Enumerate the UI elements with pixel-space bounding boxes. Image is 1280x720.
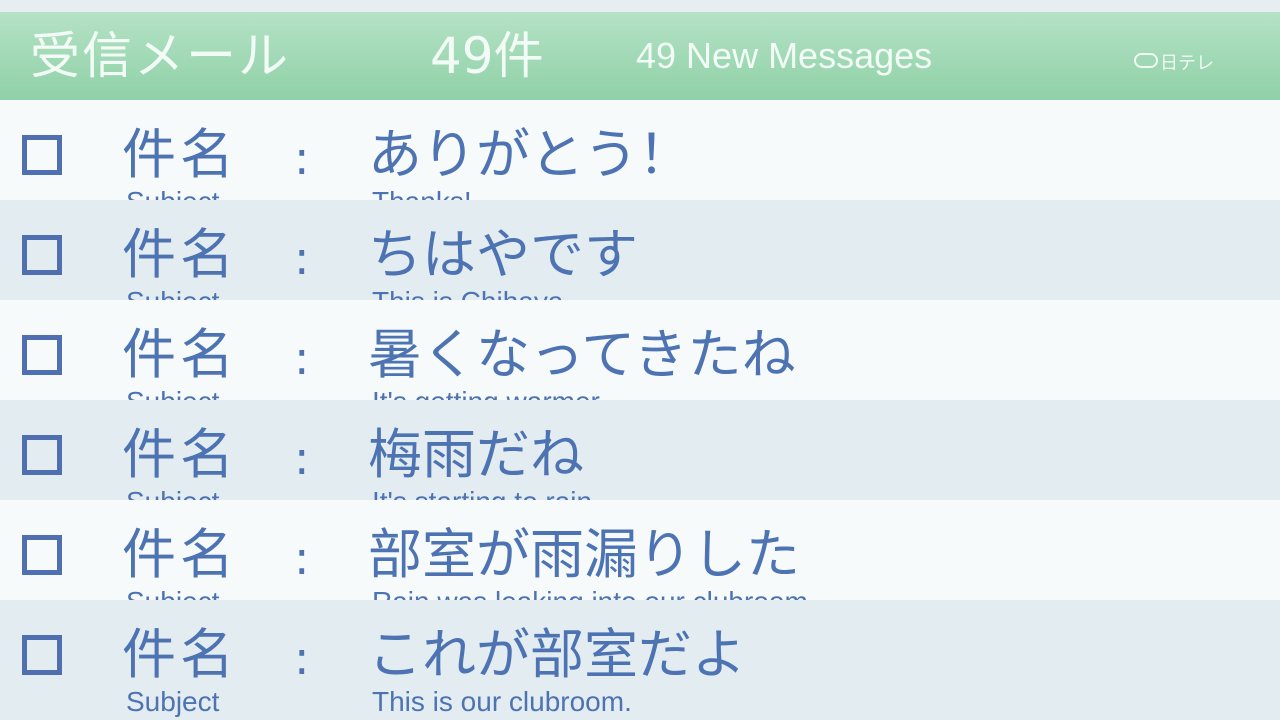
inbox-title: 受信メール (30, 27, 290, 85)
subject-label-en: Subject (126, 686, 220, 717)
message-checkbox[interactable] (22, 235, 62, 275)
message-subject-jp: ありがとう！ (368, 123, 692, 186)
top-strip (0, 0, 1280, 12)
message-checkbox[interactable] (22, 435, 62, 475)
subject-colon: : (294, 131, 310, 185)
subject-colon: : (294, 331, 310, 385)
message-checkbox[interactable] (22, 335, 62, 375)
logo-ring-icon (1134, 53, 1158, 68)
message-subject-jp: 部室が雨漏りした (368, 523, 800, 586)
subject-label-jp: 件名 (122, 523, 238, 586)
message-subject-jp: 暑くなってきたね (368, 323, 796, 386)
subject-colon: : (294, 531, 310, 585)
message-subject-jp: ちはやです (368, 223, 638, 286)
message-row[interactable]: 件名 Subject : これが部室だよ This is our clubroo… (0, 600, 1280, 720)
message-list: 件名 Subject : ありがとう！ Thanks! 件名 Subject :… (0, 100, 1280, 720)
message-checkbox[interactable] (22, 635, 62, 675)
subject-colon: : (294, 631, 310, 685)
message-subject-en: This is our clubroom. (372, 686, 632, 717)
message-checkbox[interactable] (22, 135, 62, 175)
subject-label-jp: 件名 (122, 123, 238, 186)
inbox-subtitle: 49 New Messages (636, 35, 933, 76)
message-subject-jp: これが部室だよ (368, 623, 746, 686)
subject-label-jp: 件名 (122, 223, 238, 286)
message-count: 49件 (430, 27, 544, 85)
subject-label-jp: 件名 (122, 623, 238, 686)
subject-colon: : (294, 431, 310, 485)
logo-text: 日テレ (1160, 53, 1214, 74)
message-row[interactable]: 件名 Subject : ありがとう！ Thanks! (0, 100, 1280, 217)
message-checkbox[interactable] (22, 535, 62, 575)
message-row[interactable]: 件名 Subject : ちはやです This is Chihaya (0, 200, 1280, 317)
message-row[interactable]: 件名 Subject : 部室が雨漏りした Rain was leaking i… (0, 500, 1280, 617)
subject-label-jp: 件名 (122, 423, 238, 486)
message-row[interactable]: 件名 Subject : 梅雨だね It's starting to rain (0, 400, 1280, 517)
subject-colon: : (294, 231, 310, 285)
broadcaster-logo: 日テレ (1134, 53, 1214, 75)
message-subject-jp: 梅雨だね (368, 423, 584, 486)
inbox-header: 受信メール 49件 49 New Messages 日テレ (0, 12, 1280, 100)
subject-label-jp: 件名 (122, 323, 238, 386)
message-row[interactable]: 件名 Subject : 暑くなってきたね It's getting warme… (0, 300, 1280, 417)
